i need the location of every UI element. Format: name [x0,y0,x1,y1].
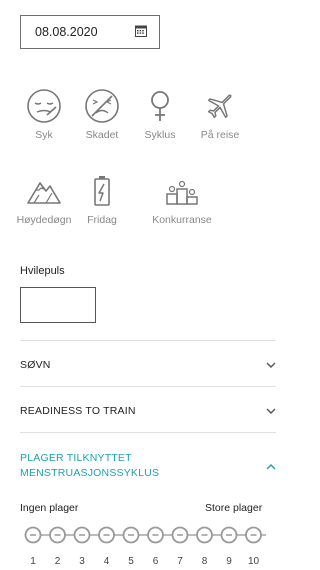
tag-label: Fridag [87,214,117,226]
chevron-up-icon[interactable] [266,463,276,470]
divider [20,386,276,387]
battery-icon [94,176,110,206]
tag-hoydedogn[interactable]: Høydedøgn [13,173,75,226]
chevron-down-icon[interactable] [266,408,276,415]
injured-face-icon [85,89,119,123]
airplane-icon [207,94,232,119]
section-menstrual-complaints-header[interactable]: PLAGER TILKNYTTET MENSTRUASJONSSYKLUS [20,451,276,481]
calendar-icon[interactable] [135,25,147,37]
scale-number: 1 [30,556,36,567]
mountain-icon [27,181,61,204]
scale-max-label: Store plager [205,502,263,514]
section-sleep-header[interactable]: SØVN [20,359,276,371]
section-title-line2: MENSTRUASJONSSYKLUS [20,467,160,479]
resting-pulse-label: Hvilepuls [20,265,65,277]
scale-number: 8 [201,556,208,567]
scale-number: 10 [247,556,260,567]
tag-label: Syklus [144,129,176,141]
scale-min-label: Ingen plager [20,502,79,514]
divider [20,432,276,433]
scale-number: 3 [79,556,85,567]
tag-pa-reise[interactable]: På reise [189,88,251,141]
tag-skadet[interactable]: Skadet [71,88,133,141]
date-value: 08.08.2020 [35,25,98,39]
section-title: SØVN [20,359,51,371]
tag-syklus[interactable]: Syklus [129,88,191,141]
tag-label: Konkurranse [152,214,212,226]
resting-pulse-input[interactable] [20,287,96,323]
date-field[interactable]: 08.08.2020 [20,15,160,49]
tag-fridag[interactable]: Fridag [71,173,133,226]
sick-face-icon [27,89,61,123]
chevron-down-icon[interactable] [266,362,276,369]
complaint-scale-slider[interactable] [20,525,276,545]
tag-syk[interactable]: Syk [13,88,75,141]
scale-number: 6 [152,556,159,567]
section-title: READINESS TO TRAIN [20,405,136,417]
divider [20,340,276,341]
tag-label: Syk [35,129,53,141]
scale-number: 4 [103,556,110,567]
section-title-line1: PLAGER TILKNYTTET [20,452,132,464]
female-symbol-icon [151,91,169,121]
scale-number: 5 [128,556,134,567]
scale-number: 2 [54,556,61,567]
tag-label: Høydedøgn [16,214,72,226]
scale-number: 7 [177,556,183,567]
tag-label: Skadet [85,129,119,141]
section-readiness-header[interactable]: READINESS TO TRAIN [20,405,276,417]
tag-label: På reise [200,129,240,141]
tag-konkurranse[interactable]: Konkurranse [147,173,217,226]
podium-icon [166,180,198,205]
scale-number: 9 [226,556,232,567]
